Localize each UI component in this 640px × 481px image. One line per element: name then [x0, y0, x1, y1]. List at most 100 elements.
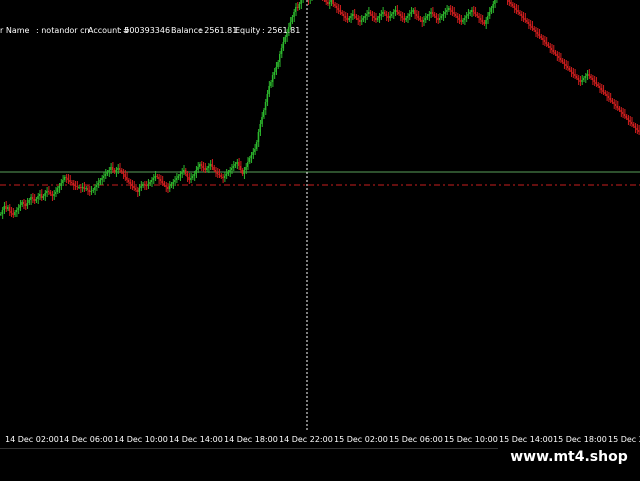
bull-candle-body: [234, 164, 237, 166]
bull-candle-body: [362, 18, 365, 20]
bear-candle-body: [520, 14, 523, 16]
bull-candle-body: [392, 12, 395, 14]
bear-candle-body: [31, 197, 34, 199]
bear-candle-body: [451, 10, 453, 12]
bull-candle-body: [367, 12, 370, 14]
bear-candle-body: [143, 184, 146, 185]
bear-candle-body: [239, 166, 242, 170]
bull-candle-body: [26, 203, 29, 206]
bull-candle-body: [268, 86, 270, 94]
bull-candle-body: [463, 18, 466, 20]
bear-candle-body: [634, 126, 637, 128]
bear-candle-body: [551, 48, 553, 50]
bear-candle-body: [517, 10, 519, 12]
bear-candle-body: [481, 20, 484, 22]
bear-candle-body: [433, 14, 436, 16]
bear-candle-body: [346, 18, 349, 20]
bear-candle-body: [375, 18, 377, 20]
bull-candle-body: [223, 176, 226, 178]
bear-candle-body: [127, 180, 130, 182]
bear-candle-body: [522, 16, 525, 18]
bear-candle-body: [627, 118, 629, 120]
bull-candle-body: [280, 48, 283, 54]
bear-candle-body: [387, 16, 389, 18]
bear-candle-body: [131, 184, 133, 186]
bull-candle-body: [101, 178, 103, 180]
bull-candle-body: [56, 188, 59, 192]
bear-candle-body: [33, 199, 36, 201]
bull-candle-body: [21, 202, 23, 205]
bear-candle-body: [383, 12, 386, 14]
bear-candle-body: [510, 2, 512, 4]
bull-candle-body: [277, 62, 279, 67]
bear-candle-body: [136, 190, 139, 192]
bear-candle-body: [579, 80, 581, 82]
bear-candle-body: [623, 114, 626, 116]
bear-candle-body: [458, 18, 461, 20]
bear-candle-body: [334, 4, 336, 6]
bull-candle-body: [232, 166, 235, 168]
bear-candle-body: [431, 12, 434, 14]
time-axis-label: 15 Dec 06:00: [389, 435, 443, 444]
bull-candle-body: [90, 191, 93, 192]
bear-candle-body: [355, 16, 357, 18]
bull-candle-body: [154, 176, 157, 178]
bull-candle-body: [394, 10, 397, 12]
bull-candle-body: [440, 16, 443, 18]
bear-candle-body: [47, 191, 50, 192]
candlestick-chart-svg[interactable]: [0, 0, 640, 432]
bear-candle-body: [353, 14, 356, 16]
bear-candle-body: [213, 167, 215, 170]
bear-candle-body: [636, 128, 638, 130]
bull-candle-body: [147, 184, 149, 186]
bear-candle-body: [399, 14, 402, 16]
bull-candle-body: [291, 17, 293, 22]
bull-candle-body: [364, 16, 366, 18]
bull-candle-body: [279, 54, 281, 62]
bull-candle-body: [231, 168, 233, 170]
bear-candle-body: [87, 188, 89, 190]
bear-candle-body: [113, 170, 116, 172]
bear-candle-body: [341, 12, 343, 14]
bear-candle-body: [163, 183, 165, 185]
bull-candle-body: [62, 180, 64, 183]
bear-candle-body: [638, 130, 640, 132]
bear-candle-body: [135, 188, 137, 190]
bull-candle-body: [284, 37, 286, 42]
bear-candle-body: [327, 2, 329, 4]
bear-candle-body: [511, 4, 514, 6]
bear-candle-body: [23, 202, 25, 204]
bear-candle-body: [241, 170, 244, 174]
bull-candle-body: [104, 174, 107, 176]
bull-candle-body: [273, 72, 276, 75]
bear-candle-body: [568, 68, 571, 70]
bull-candle-body: [465, 16, 468, 18]
bear-candle-body: [40, 194, 43, 198]
bull-candle-body: [428, 14, 430, 16]
bull-candle-body: [149, 182, 151, 184]
bear-candle-body: [629, 120, 631, 122]
bull-candle-body: [261, 117, 263, 124]
bull-candle-body: [17, 208, 20, 210]
bull-candle-body: [298, 4, 301, 8]
bear-candle-body: [5, 206, 7, 209]
bull-candle-body: [492, 4, 494, 8]
bear-candle-body: [524, 18, 526, 20]
bear-candle-body: [554, 52, 557, 54]
bear-candle-body: [631, 122, 633, 124]
time-axis-label: 14 Dec 06:00: [59, 435, 113, 444]
bull-candle-body: [229, 170, 231, 172]
bull-candle-body: [408, 14, 411, 16]
bull-candle-body: [115, 170, 117, 172]
bull-candle-body: [328, 2, 331, 4]
bear-candle-body: [478, 16, 480, 18]
bear-candle-body: [472, 10, 475, 12]
bull-candle-body: [99, 180, 101, 183]
bear-candle-body: [133, 186, 135, 188]
bull-candle-body: [389, 16, 391, 18]
bear-candle-body: [335, 6, 338, 8]
price-chart[interactable]: r Name : notandor cn Account # : 5003933…: [0, 0, 640, 432]
bear-candle-body: [120, 170, 123, 172]
bear-candle-body: [613, 102, 615, 104]
bull-candle-body: [583, 78, 585, 80]
